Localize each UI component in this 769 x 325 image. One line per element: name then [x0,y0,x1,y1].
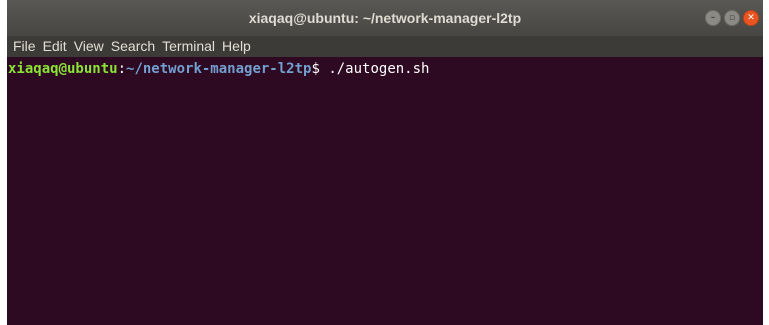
command-text: ./autogen.sh [328,61,430,77]
close-icon[interactable]: ✕ [743,10,759,26]
maximize-icon[interactable]: ▫ [724,10,740,26]
window-controls: – ▫ ✕ [705,10,759,26]
prompt-colon: : [117,61,127,77]
menu-edit[interactable]: Edit [43,36,73,57]
menu-help[interactable]: Help [222,36,257,57]
prompt-user-host: xiaqaq@ubuntu [8,61,118,77]
minimize-icon[interactable]: – [705,10,721,26]
menu-view[interactable]: View [74,36,110,57]
prompt-path: ~/network-manager-l2tp [126,61,312,77]
title-bar[interactable]: xiaqaq@ubuntu: ~/network-manager-l2tp – … [7,0,763,36]
menu-search[interactable]: Search [111,36,161,57]
terminal-output[interactable]: xiaqaq@ubuntu:~/network-manager-l2tp$ ./… [7,57,763,325]
menu-terminal[interactable]: Terminal [162,36,221,57]
terminal-window: xiaqaq@ubuntu: ~/network-manager-l2tp – … [0,0,769,325]
prompt-symbol: $ [311,61,329,77]
menu-file[interactable]: File [13,36,42,57]
terminal-line: xiaqaq@ubuntu:~/network-manager-l2tp$ ./… [8,60,763,78]
window-title: xiaqaq@ubuntu: ~/network-manager-l2tp [248,10,522,26]
menu-bar: File Edit View Search Terminal Help [7,36,763,57]
